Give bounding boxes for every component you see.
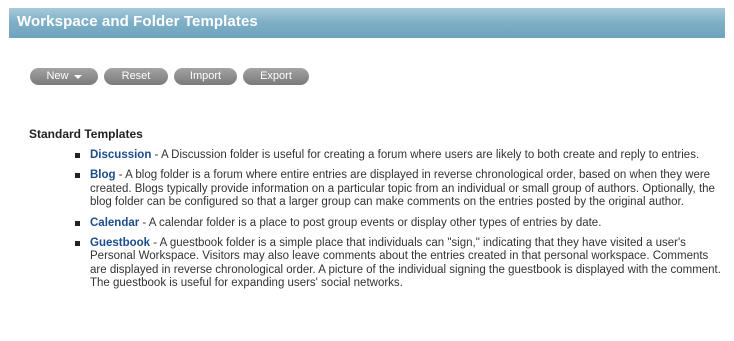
import-button-label: Import: [189, 70, 222, 82]
template-item-calendar: Calendar - A calendar folder is a place …: [75, 217, 727, 230]
bullet-icon: [75, 220, 80, 226]
new-button[interactable]: New: [30, 68, 98, 85]
reset-button-label: Reset: [121, 70, 151, 82]
new-button-label: New: [46, 70, 69, 82]
section-title: Standard Templates: [29, 127, 143, 141]
template-description: - A calendar folder is a place to post g…: [139, 216, 602, 229]
template-description: - A blog folder is a forum where entire …: [90, 169, 715, 209]
bullet-icon: [75, 153, 80, 158]
template-link-blog[interactable]: Blog: [90, 169, 116, 181]
template-item-blog: Blog - A blog folder is a forum where en…: [75, 169, 727, 209]
bullet-icon: [75, 173, 80, 179]
template-link-calendar[interactable]: Calendar: [90, 217, 139, 229]
template-description: - A Discussion folder is useful for crea…: [151, 149, 700, 161]
page-title: Workspace and Folder Templates: [17, 13, 258, 30]
template-description: - A guestbook folder is a simple place t…: [90, 237, 721, 290]
toolbar: New Reset Import Export: [30, 68, 309, 85]
template-link-discussion[interactable]: Discussion: [90, 149, 151, 161]
chevron-down-icon: [73, 75, 82, 79]
template-item-discussion: Discussion - A Discussion folder is usef…: [75, 149, 727, 162]
reset-button[interactable]: Reset: [104, 68, 168, 85]
bullet-icon: [75, 241, 80, 247]
import-button[interactable]: Import: [174, 68, 237, 85]
template-list: Discussion - A Discussion folder is usef…: [75, 149, 727, 298]
export-button-label: Export: [260, 70, 292, 82]
template-link-guestbook[interactable]: Guestbook: [90, 237, 150, 249]
template-item-guestbook: Guestbook - A guestbook folder is a simp…: [75, 237, 727, 291]
page-header-bar: Workspace and Folder Templates: [9, 8, 725, 38]
export-button[interactable]: Export: [243, 68, 309, 85]
